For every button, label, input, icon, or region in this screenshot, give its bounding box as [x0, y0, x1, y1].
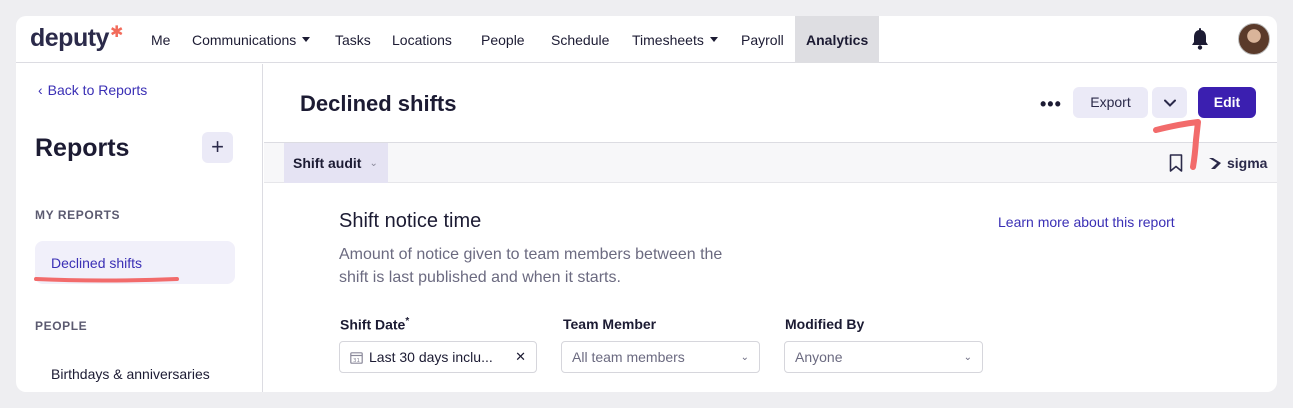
reports-sidebar: ‹ Back to Reports Reports + MY REPORTS D…	[16, 64, 263, 392]
clear-filter-icon[interactable]: ✕	[515, 349, 526, 365]
logo-mark-icon: ✱	[109, 24, 123, 41]
nav-me[interactable]: Me	[151, 16, 170, 63]
report-description: Amount of notice given to team members b…	[339, 246, 723, 286]
export-dropdown-button[interactable]	[1152, 87, 1187, 118]
export-button[interactable]: Export	[1073, 87, 1148, 118]
chevron-down-icon: ⌄	[740, 351, 749, 363]
nav-analytics[interactable]: Analytics	[795, 16, 880, 63]
app-window: deputy ✱ Me Communications Tasks Locatio…	[16, 16, 1277, 392]
modified-by-select[interactable]: Anyone ⌄	[784, 341, 983, 373]
nav-tasks[interactable]: Tasks	[335, 16, 371, 63]
back-to-reports-link[interactable]: ‹ Back to Reports	[38, 82, 147, 98]
add-report-button[interactable]: +	[202, 132, 233, 163]
shift-date-filter[interactable]: 31 Last 30 days inclu... ✕	[339, 341, 537, 373]
chevron-left-icon: ‹	[38, 82, 43, 98]
top-navigation: deputy ✱ Me Communications Tasks Locatio…	[16, 16, 1277, 63]
chevron-down-icon: ⌄	[369, 157, 378, 169]
edit-button[interactable]: Edit	[1198, 87, 1256, 118]
caret-down-icon	[709, 37, 718, 42]
main-content: Declined shifts ••• Export Edit Shift au…	[264, 64, 1277, 392]
more-options-icon[interactable]: •••	[1040, 94, 1062, 115]
nav-payroll[interactable]: Payroll	[741, 16, 784, 63]
deputy-logo[interactable]: deputy ✱	[30, 24, 123, 53]
user-avatar[interactable]	[1238, 23, 1270, 55]
sidebar-title: Reports	[35, 134, 130, 162]
people-section-label: PEOPLE	[35, 319, 88, 333]
nav-timesheets[interactable]: Timesheets	[632, 16, 718, 63]
nav-people[interactable]: People	[481, 16, 525, 63]
report-heading: Shift notice time	[339, 210, 482, 232]
chevron-down-icon: ⌄	[963, 351, 972, 363]
bell-icon[interactable]	[1190, 28, 1210, 50]
page-title: Declined shifts	[300, 91, 457, 116]
calendar-icon: 31	[350, 351, 363, 364]
report-toolbar: Shift audit ⌄ sigma	[264, 142, 1277, 183]
sidebar-item-birthdays[interactable]: Birthdays & anniversaries	[51, 366, 210, 382]
tab-shift-audit[interactable]: Shift audit ⌄	[284, 143, 388, 183]
my-reports-label: MY REPORTS	[35, 208, 121, 222]
sigma-mark-icon	[1209, 158, 1221, 169]
team-member-select[interactable]: All team members ⌄	[561, 341, 760, 373]
team-member-label: Team Member	[563, 316, 657, 332]
nav-schedule[interactable]: Schedule	[551, 16, 609, 63]
learn-more-link[interactable]: Learn more about this report	[998, 214, 1175, 230]
modified-by-label: Modified By	[785, 316, 865, 332]
nav-communications[interactable]: Communications	[192, 16, 311, 63]
chevron-down-icon	[1163, 99, 1176, 107]
svg-text:31: 31	[353, 357, 360, 363]
bookmark-icon[interactable]	[1169, 154, 1183, 172]
sigma-logo: sigma	[1208, 155, 1267, 171]
shift-date-label: Shift Date*	[340, 316, 410, 333]
nav-locations[interactable]: Locations	[392, 16, 452, 63]
sidebar-item-declined-shifts[interactable]: Declined shifts	[35, 241, 235, 284]
logo-text: deputy	[30, 24, 109, 52]
caret-down-icon	[302, 37, 311, 42]
